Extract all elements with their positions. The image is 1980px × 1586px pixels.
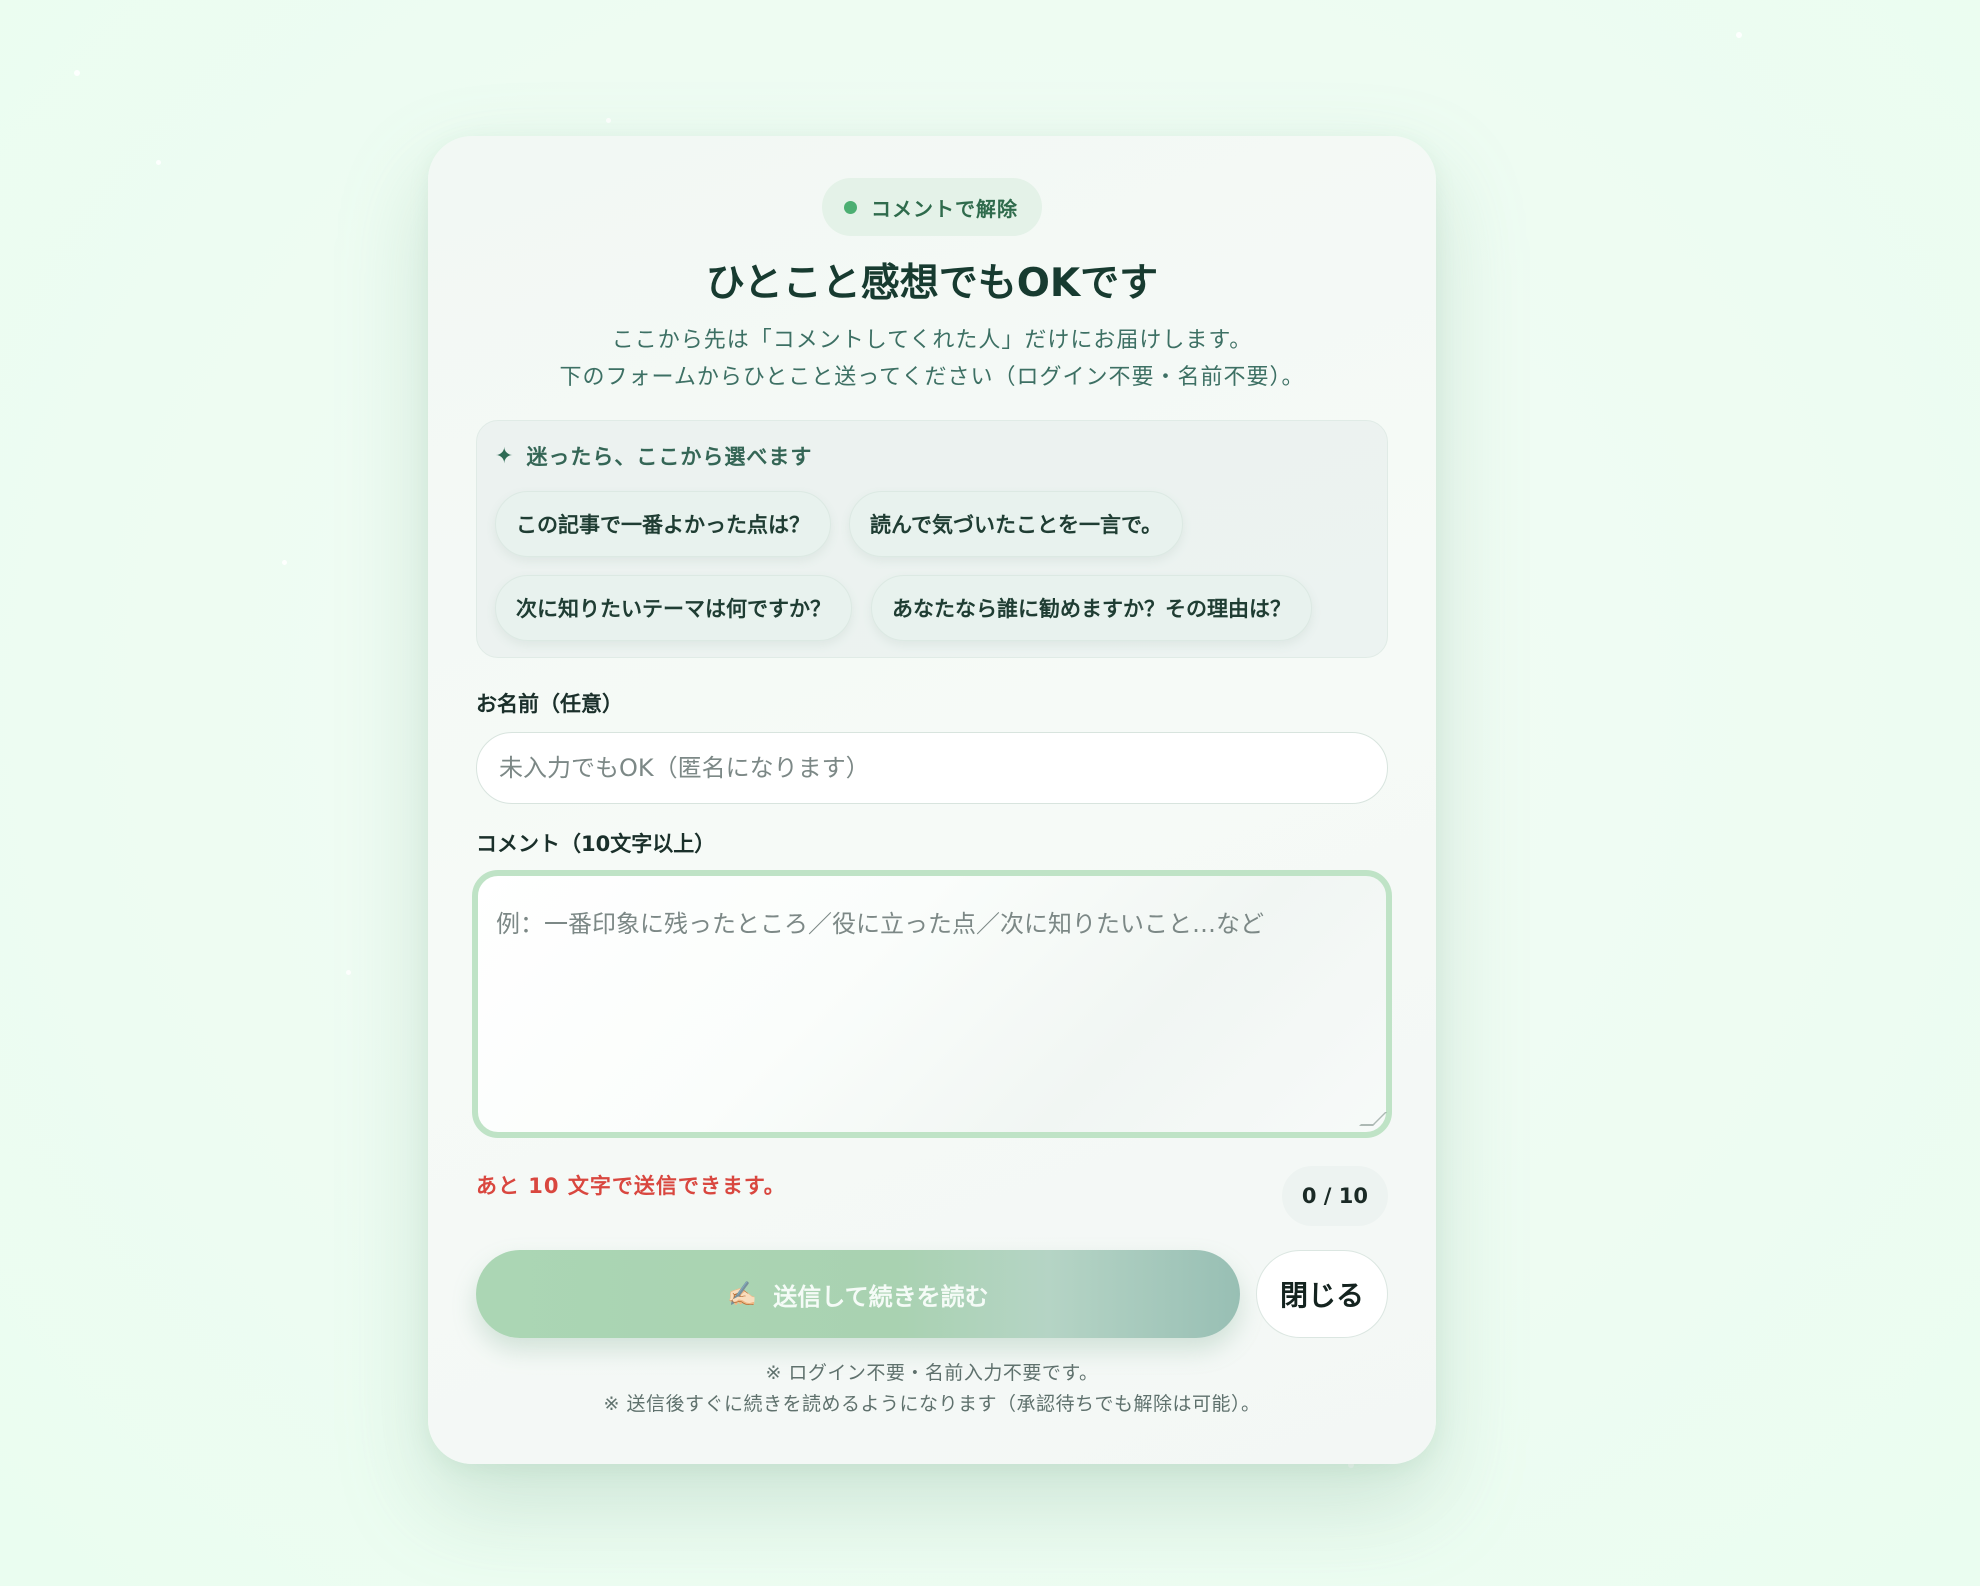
sparkle (606, 118, 611, 123)
badge-label: コメントで解除 (871, 196, 1018, 221)
suggestion-chip[interactable]: この記事で一番よかった点は？ (495, 491, 831, 557)
char-counter: 0 / 10 (1281, 1166, 1388, 1226)
suggestion-chip[interactable]: あなたなら誰に勧めますか？その理由は？ (871, 575, 1312, 641)
dialog-title: ひとこと感想でもOKです (705, 261, 1159, 306)
comment-field (472, 870, 1392, 1138)
subtitle-line: ここから先は「コメントしてくれた人」だけにお届けします。 (611, 328, 1253, 353)
suggestion-chip[interactable]: 読んで気づいたことを一言で。 (849, 491, 1184, 557)
writing-hand-icon: ✍🏻 (727, 1280, 758, 1308)
char-warning: あと 10 文字で送信できます。 (476, 1174, 786, 1198)
subtitle-line: 下のフォームからひとこと送ってください（ログイン不要・名前不要）。 (559, 365, 1305, 390)
submit-button[interactable]: ✍🏻 送信して続きを読む (476, 1250, 1240, 1338)
status-dot-icon (844, 200, 857, 214)
name-label: お名前（任意） (476, 692, 623, 716)
dialog-subtitle: ここから先は「コメントしてくれた人」だけにお届けします。 下のフォームからひとこ… (428, 322, 1436, 396)
submit-label: 送信して続きを読む (773, 1282, 989, 1311)
suggestion-chip[interactable]: 次に知りたいテーマは何ですか？ (495, 575, 852, 641)
footnote: ※ 送信後すぐに続きを読めるようになります（承認待ちでも解除は可能）。 (603, 1393, 1261, 1415)
sparkle (74, 70, 80, 76)
unlock-badge: コメントで解除 (822, 178, 1042, 236)
sparkle (1736, 32, 1742, 38)
suggestion-heading-label: 迷ったら、ここから選べます (526, 445, 813, 469)
comment-textarea[interactable] (478, 876, 1386, 1132)
sparkle (346, 970, 351, 975)
suggestion-panel: ✦ 迷ったら、ここから選べます この記事で一番よかった点は？ 読んで気づいたこと… (476, 420, 1388, 658)
comment-label: コメント（10文字以上） (476, 832, 716, 856)
sparkle (282, 560, 287, 565)
close-button[interactable]: 閉じる (1256, 1250, 1388, 1338)
suggestion-heading: ✦ 迷ったら、ここから選べます (495, 441, 812, 471)
sparkle-icon: ✦ (495, 443, 515, 469)
name-input[interactable] (476, 732, 1388, 804)
sparkle (156, 160, 161, 165)
footnote: ※ ログイン不要・名前入力不要です。 (765, 1362, 1099, 1384)
comment-unlock-dialog: コメントで解除 ひとこと感想でもOKです ここから先は「コメントしてくれた人」だ… (428, 136, 1436, 1464)
